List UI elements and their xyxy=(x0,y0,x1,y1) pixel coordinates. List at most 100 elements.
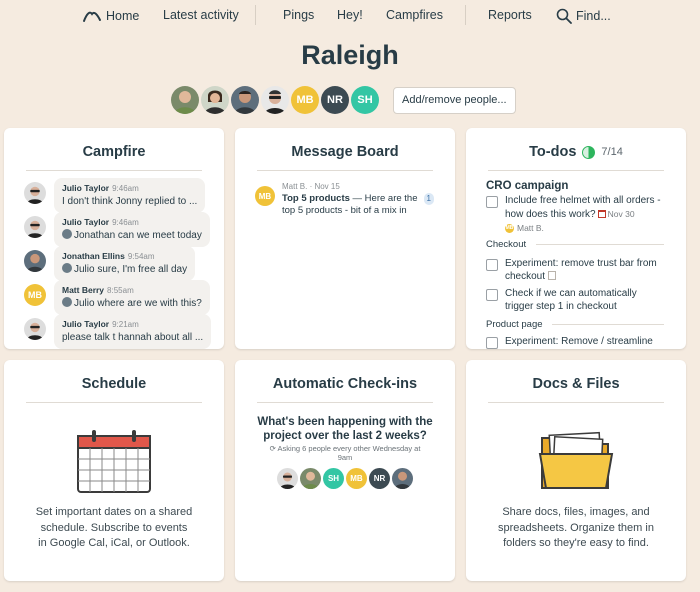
avatar xyxy=(277,468,298,489)
todo-text[interactable]: Check if we can automatically xyxy=(505,288,637,301)
message-board-title[interactable]: Message Board xyxy=(235,144,455,160)
avatar[interactable] xyxy=(201,86,229,114)
divider xyxy=(488,170,664,171)
avatar-nr[interactable]: NR xyxy=(321,86,349,114)
campfire-card[interactable]: Campfire Julio Taylor 9:46am I don't thin… xyxy=(4,128,224,349)
todo-text[interactable]: how does this work? xyxy=(505,209,596,220)
comment-count-badge: 1 xyxy=(423,193,434,205)
todolist-name[interactable]: CRO campaign xyxy=(486,180,568,192)
nav-campfires-label: Campfires xyxy=(386,8,443,22)
message-post[interactable]: MB Matt B. · Nov 15 Top 5 products — Her… xyxy=(255,181,434,217)
chat-time: 9:21am xyxy=(112,320,139,329)
avatar xyxy=(24,216,46,238)
todo-checkbox[interactable] xyxy=(486,259,498,271)
person-photo-icon xyxy=(279,472,296,489)
desc-line: schedule. Subscribe to events xyxy=(40,521,188,534)
mention-avatar xyxy=(62,229,72,239)
nav-pings[interactable]: Pings xyxy=(283,8,314,22)
avatar[interactable] xyxy=(171,86,199,114)
todos-progress: 7/14 xyxy=(601,146,623,158)
schedule-description: Set important dates on a shared schedule… xyxy=(18,505,210,552)
avatar[interactable] xyxy=(231,86,259,114)
avatar-mb[interactable]: MB xyxy=(291,86,319,114)
question-line: project over the last 2 weeks? xyxy=(263,430,427,442)
add-remove-people-button[interactable]: Add/remove people... xyxy=(393,86,516,114)
avatar-sh[interactable]: SH xyxy=(351,86,379,114)
top-nav: Home Latest activity Pings Hey! Campfire… xyxy=(0,0,700,31)
avatar[interactable] xyxy=(261,86,289,114)
nav-latest-label: Latest activity xyxy=(163,8,239,22)
todo-text[interactable]: Experiment: remove trust bar from xyxy=(505,258,657,271)
desc-line: folders so they're easy to find. xyxy=(503,537,649,549)
checkins-title[interactable]: Automatic Check-ins xyxy=(235,376,455,392)
progress-pie-icon xyxy=(582,145,596,159)
chat-time: 8:55am xyxy=(107,286,134,295)
schedule-title[interactable]: Schedule xyxy=(4,376,224,392)
nav-hey[interactable]: Hey! xyxy=(337,8,363,22)
todos-card[interactable]: To-dos 7/14 CRO campaign Include free he… xyxy=(466,128,686,349)
todo-checkbox[interactable] xyxy=(486,337,498,349)
nav-campfires[interactable]: Campfires xyxy=(386,8,443,22)
schedule-line: Asking 6 people every other Wednesday at xyxy=(277,444,421,453)
chat-text: I don't think Jonny replied to ... xyxy=(62,196,198,207)
desc-line: in Google Cal, iCal, or Outlook. xyxy=(38,537,190,549)
chat-author: Julio Taylor xyxy=(62,183,110,193)
nav-divider xyxy=(465,5,466,25)
todo-text[interactable]: trigger step 1 in checkout xyxy=(505,301,637,314)
todos-title[interactable]: To-dos xyxy=(529,144,576,160)
post-subject[interactable]: Top 5 products xyxy=(282,193,350,204)
chat-author: Jonathan Ellins xyxy=(62,251,125,261)
note-icon xyxy=(548,270,557,280)
nav-divider xyxy=(255,5,256,25)
divider xyxy=(536,244,664,245)
nav-reports[interactable]: Reports xyxy=(488,8,532,22)
docs-files-card[interactable]: Docs & Files Share docs, files, images, … xyxy=(466,360,686,581)
schedule-card[interactable]: Schedule Set important dates on a shared… xyxy=(4,360,224,581)
chat-bubble: Julio Taylor 9:21am please talk t hannah … xyxy=(54,314,212,349)
todo-checkbox[interactable] xyxy=(486,196,498,208)
todo-text[interactable]: Experiment: Remove / streamline xyxy=(505,336,653,349)
post-excerpt-line: top 5 products - bit of a mix in xyxy=(282,205,407,216)
checkins-card[interactable]: Automatic Check-ins What's been happenin… xyxy=(235,360,455,581)
nav-latest-activity[interactable]: Latest activity xyxy=(163,8,239,22)
divider xyxy=(26,170,202,171)
docs-files-title[interactable]: Docs & Files xyxy=(466,376,686,392)
campfire-title[interactable]: Campfire xyxy=(4,144,224,160)
todo-checkbox[interactable] xyxy=(486,289,498,301)
avatar-mb: MB xyxy=(346,468,367,489)
person-photo-icon xyxy=(174,91,196,114)
chat-bubble: Julio Taylor 9:46am Jonathan can we meet … xyxy=(54,212,210,247)
todo-text[interactable]: Include free helmet with all orders - xyxy=(505,195,661,208)
calendar-illustration-icon xyxy=(77,430,151,493)
avatar-mb: MB xyxy=(255,186,275,206)
assignee-name: Matt B. xyxy=(517,223,544,233)
chat-author: Julio Taylor xyxy=(62,217,110,227)
checkin-question[interactable]: What's been happening with the project o… xyxy=(251,415,439,443)
message-board-card[interactable]: Message Board MB Matt B. · Nov 15 Top 5 … xyxy=(235,128,455,349)
avatar-nr: NR xyxy=(369,468,390,489)
nav-home[interactable]: Home xyxy=(82,8,139,24)
divider xyxy=(488,402,664,403)
todo-item: Check if we can automatically trigger st… xyxy=(486,288,637,313)
divider xyxy=(26,402,202,403)
nav-hey-label: Hey! xyxy=(337,8,363,22)
assignee-avatar: MB xyxy=(505,223,514,233)
nav-find[interactable]: Find... xyxy=(556,8,611,24)
person-photo-icon xyxy=(302,471,319,489)
divider xyxy=(257,402,433,403)
schedule-line: 9am xyxy=(337,453,353,462)
todo-item: Experiment: Remove / streamline xyxy=(486,336,653,349)
person-photo-icon xyxy=(204,90,226,114)
todo-due-date: Nov 30 xyxy=(607,208,635,219)
todo-text[interactable]: checkout xyxy=(505,271,545,282)
avatar xyxy=(24,182,46,204)
chat-message: MB Matt Berry 8:55am Julio where are we w… xyxy=(24,280,210,315)
nav-home-label: Home xyxy=(106,9,140,23)
chat-text: please talk t hannah about all ... xyxy=(62,332,204,343)
post-meta: Matt B. · Nov 15 xyxy=(282,182,340,191)
avatar xyxy=(392,468,413,489)
docs-description: Share docs, files, images, and spreadshe… xyxy=(480,505,672,552)
chat-time: 9:54am xyxy=(127,252,155,261)
project-title: Raleigh xyxy=(301,40,399,70)
chat-message: Julio Taylor 9:46am I don't think Jonny r… xyxy=(24,178,206,213)
